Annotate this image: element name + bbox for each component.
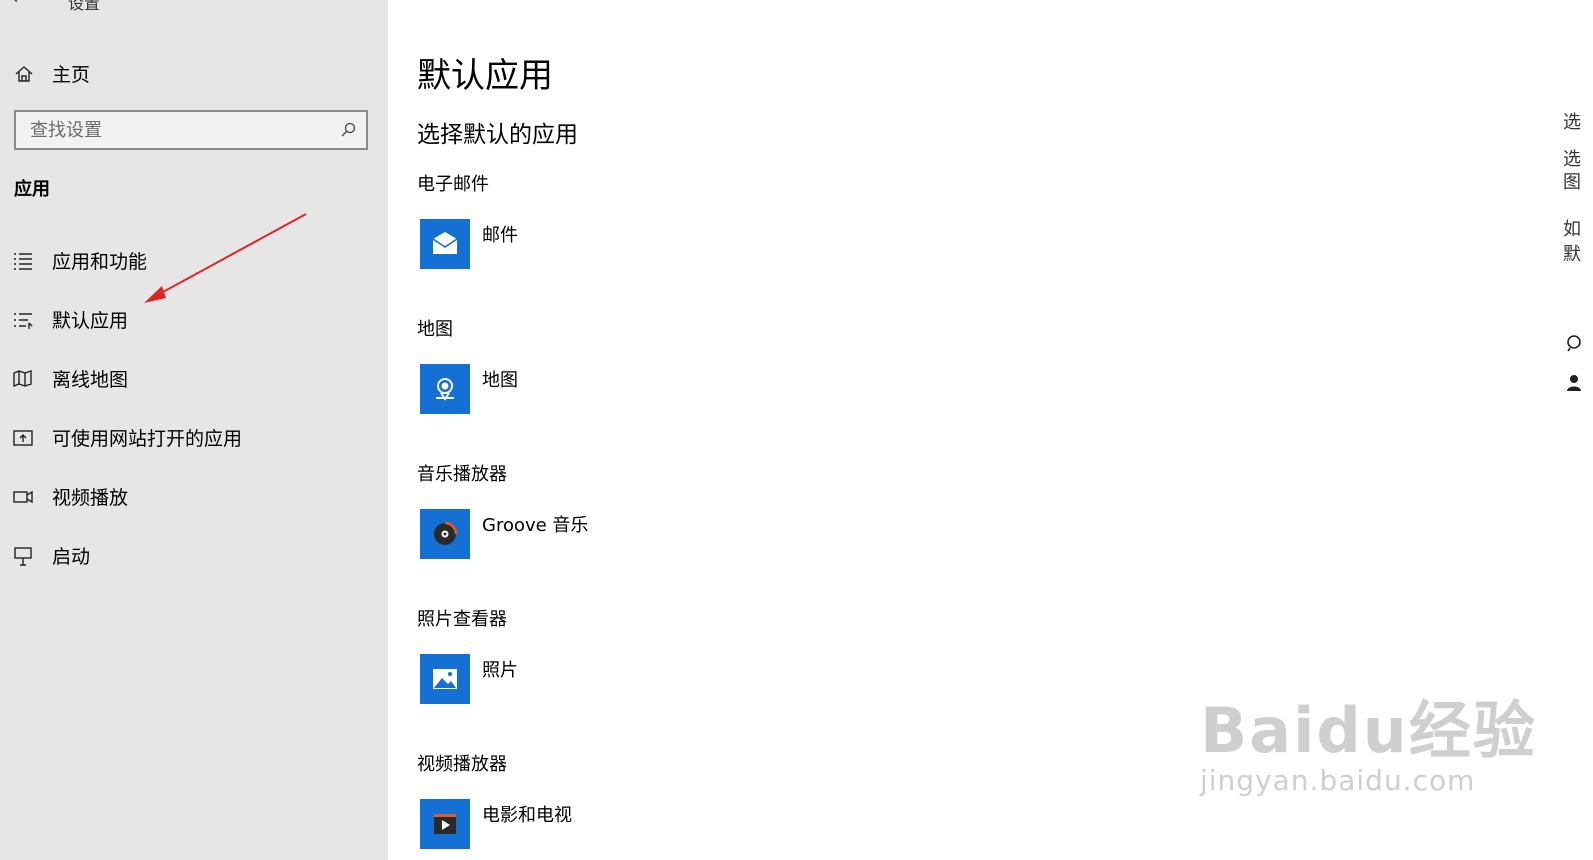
sidebar-item-label: 离线地图	[52, 369, 129, 391]
sidebar-item-default-apps[interactable]: 默认应用	[12, 306, 128, 333]
groove-music-icon	[434, 521, 458, 545]
mail-icon	[432, 232, 458, 254]
maps-icon	[436, 378, 454, 401]
default-app-music[interactable]: Groove 音乐	[420, 509, 588, 559]
back-button[interactable]: ←	[12, 0, 27, 9]
sidebar-item-video-playback[interactable]: 视频播放	[12, 483, 128, 510]
sidebar-item-label: 应用和功能	[52, 251, 148, 273]
apps-for-websites-icon	[13, 429, 33, 446]
app-tile	[420, 509, 470, 559]
related-settings-panel-clipped: 选 选 图 如 默	[1560, 0, 1593, 860]
default-app-maps[interactable]: 地图	[420, 364, 518, 414]
page-subtitle: 选择默认的应用	[417, 122, 578, 148]
movies-tv-icon	[434, 814, 456, 834]
related-fragment: 图	[1563, 172, 1581, 193]
settings-sidebar: ← 设置 主页 应用 应用和功能 默认应用 离线地图 可使	[0, 0, 388, 860]
video-playback-icon	[13, 490, 33, 503]
search-icon[interactable]	[340, 122, 356, 138]
search-box[interactable]	[14, 110, 368, 150]
search-input[interactable]	[30, 119, 320, 141]
app-tile	[420, 219, 470, 269]
default-apps-icon	[14, 312, 33, 329]
category-label-email: 电子邮件	[417, 174, 489, 195]
default-app-email[interactable]: 邮件	[420, 219, 518, 269]
offline-maps-icon	[13, 369, 32, 387]
app-name: 电影和电视	[482, 805, 572, 826]
app-name: 照片	[482, 660, 518, 681]
apps-features-icon	[14, 252, 32, 270]
sidebar-item-label: 默认应用	[52, 310, 129, 332]
related-fragment: 选	[1563, 112, 1581, 133]
startup-icon	[14, 546, 32, 566]
annotation-arrow	[144, 213, 307, 303]
sidebar-item-startup[interactable]: 启动	[12, 542, 90, 569]
app-tile	[420, 654, 470, 704]
baidu-watermark: Baidu经验 jingyan.baidu.com	[1200, 680, 1537, 797]
app-name: 邮件	[482, 225, 518, 246]
sidebar-item-offline-maps[interactable]: 离线地图	[12, 365, 128, 392]
app-tile	[420, 799, 470, 849]
related-fragment: 如	[1563, 219, 1581, 240]
watermark-main: Baidu经验	[1200, 694, 1537, 767]
home-label: 主页	[52, 64, 91, 86]
category-label-music: 音乐播放器	[417, 464, 507, 485]
default-app-photos[interactable]: 照片	[420, 654, 518, 704]
category-label-maps: 地图	[417, 319, 453, 340]
sidebar-item-label: 可使用网站打开的应用	[52, 428, 243, 450]
home-link[interactable]: 主页	[14, 60, 90, 87]
category-label-video-player: 视频播放器	[417, 754, 507, 775]
app-tile	[420, 364, 470, 414]
app-name: Groove 音乐	[482, 515, 589, 536]
related-fragment: 默	[1563, 244, 1581, 265]
category-label-photo-viewer: 照片查看器	[417, 609, 507, 630]
feedback-person-icon[interactable]	[1564, 374, 1584, 392]
photos-icon	[433, 669, 457, 689]
default-app-video[interactable]: 电影和电视	[420, 799, 572, 849]
sidebar-item-label: 启动	[52, 546, 91, 568]
window-title: 设置	[68, 0, 101, 13]
help-icon[interactable]	[1564, 334, 1584, 352]
sidebar-item-apps-for-websites[interactable]: 可使用网站打开的应用	[12, 424, 242, 451]
home-icon	[15, 65, 33, 82]
sidebar-item-label: 视频播放	[52, 487, 129, 509]
sidebar-item-apps-features[interactable]: 应用和功能	[12, 247, 147, 274]
page-title: 默认应用	[417, 56, 553, 96]
app-name: 地图	[482, 370, 518, 391]
section-title: 应用	[14, 179, 50, 200]
